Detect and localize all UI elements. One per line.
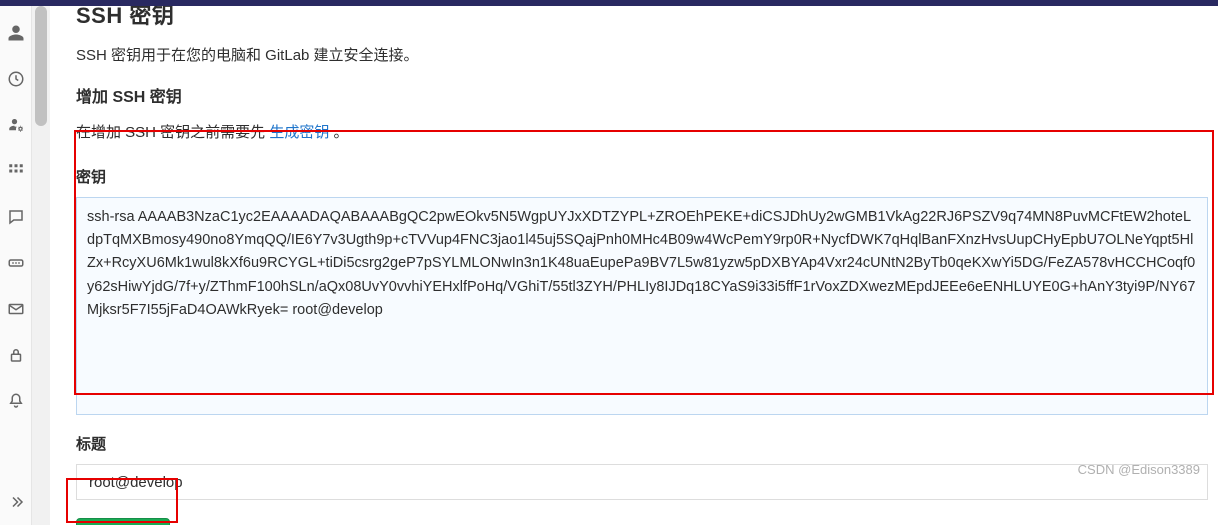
main-content: SSH 密钥 SSH 密钥用于在您的电脑和 GitLab 建立安全连接。 增加 … <box>50 6 1218 525</box>
user-icon[interactable] <box>7 24 25 42</box>
scrollbar[interactable] <box>32 6 50 525</box>
helper-prefix: 在增加 SSH 密钥之前需要先 <box>76 124 269 141</box>
title-input[interactable] <box>76 464 1208 500</box>
scrollbar-thumb[interactable] <box>35 6 47 126</box>
generate-key-link[interactable]: 生成密钥 <box>269 124 329 141</box>
mail-icon[interactable] <box>7 300 25 318</box>
page-description: SSH 密钥用于在您的电脑和 GitLab 建立安全连接。 <box>76 44 1218 65</box>
more-icon[interactable] <box>7 254 25 272</box>
key-label: 密钥 <box>76 166 1218 187</box>
user-gear-icon[interactable] <box>7 116 25 134</box>
bell-icon[interactable] <box>7 392 25 410</box>
grid-icon[interactable] <box>7 162 25 180</box>
title-label: 标题 <box>76 433 1218 454</box>
lock-icon[interactable] <box>7 346 25 364</box>
chat-icon[interactable] <box>7 208 25 226</box>
left-rail <box>0 6 32 525</box>
page-title: SSH 密钥 <box>76 6 1218 30</box>
key-textarea[interactable]: ssh-rsa AAAAB3NzaC1yc2EAAAADAQABAAABgQC2… <box>76 197 1208 415</box>
add-key-button[interactable]: 增加密钥 <box>76 518 170 525</box>
section-title: 增加 SSH 密钥 <box>76 83 1218 107</box>
clock-icon[interactable] <box>7 70 25 88</box>
watermark: CSDN @Edison3389 <box>1078 462 1200 477</box>
helper-suffix: 。 <box>329 124 348 141</box>
helper-text: 在增加 SSH 密钥之前需要先 生成密钥 。 <box>76 121 1218 142</box>
expand-icon[interactable] <box>7 493 25 511</box>
